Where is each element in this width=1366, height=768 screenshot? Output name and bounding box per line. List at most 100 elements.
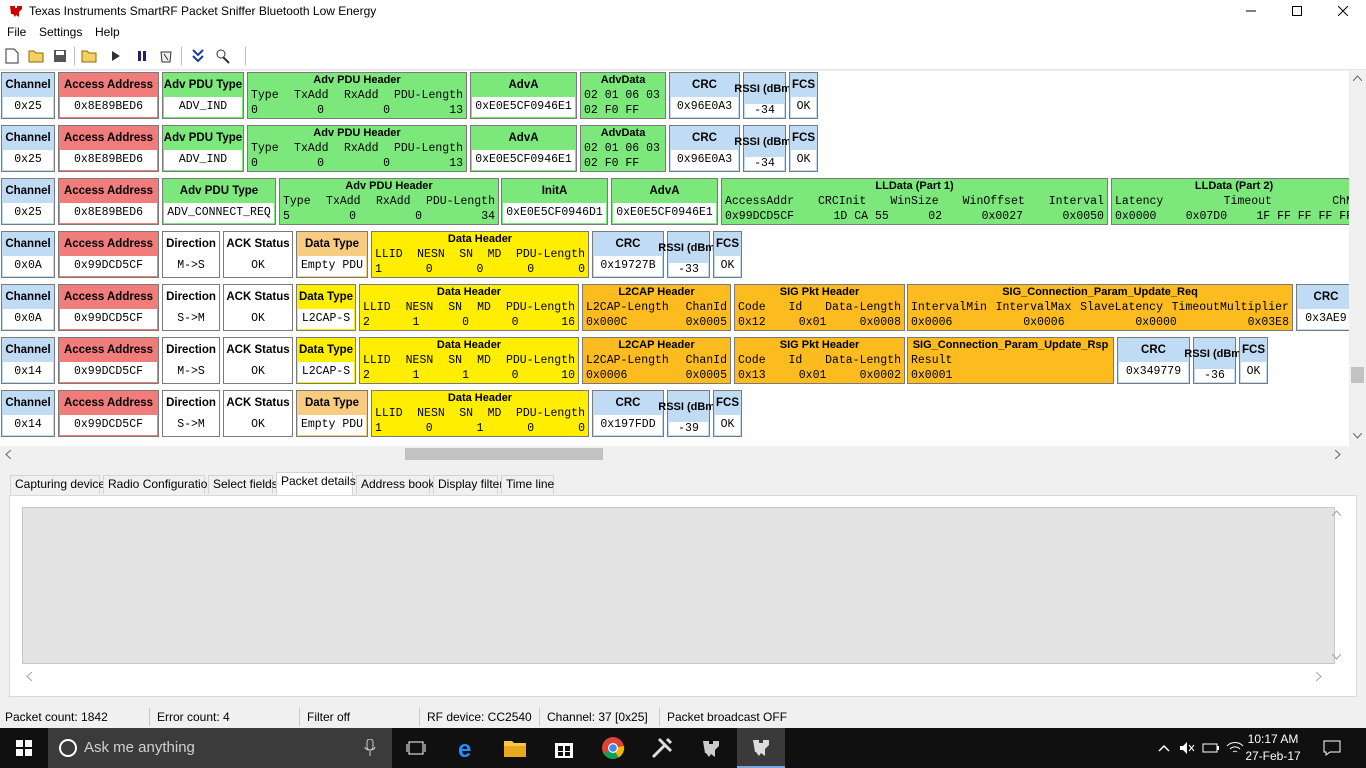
tab-time-line[interactable]: Time line bbox=[501, 475, 554, 494]
access-address-cell[interactable]: Access Address 0x8E89BED6 bbox=[58, 178, 159, 225]
tab-capturing-device[interactable]: Capturing device bbox=[10, 475, 105, 494]
data-header-cell[interactable]: Data Header LLID NESN SN MD PDU-Length 1 0 1 0 0 bbox=[371, 390, 589, 437]
new-icon[interactable] bbox=[3, 47, 21, 65]
access-address-cell[interactable]: Access Address 0x8E89BED6 bbox=[58, 72, 159, 119]
tools-app-icon[interactable] bbox=[638, 728, 686, 768]
access-address-cell[interactable]: Access Address 0x99DCD5CF bbox=[58, 231, 159, 278]
crc-cell[interactable]: CRC 0x19727B bbox=[592, 231, 664, 278]
ack-status-cell[interactable]: ACK Status OK bbox=[223, 337, 293, 384]
scroll-up-icon[interactable] bbox=[1353, 75, 1362, 81]
rssi-cell[interactable]: RSSI (dBm) -39 bbox=[658, 390, 719, 437]
scroll-left-icon[interactable] bbox=[5, 450, 11, 459]
clock-time[interactable]: 10:17 AM bbox=[1238, 732, 1308, 746]
sig-pkt-header-cell[interactable]: SIG Pkt Header Code Id Data-Length 0x12 0x01 0… bbox=[734, 284, 905, 331]
scroll-down-icon[interactable] bbox=[189, 47, 207, 65]
microphone-icon[interactable] bbox=[364, 739, 376, 757]
pause-icon[interactable] bbox=[133, 47, 151, 65]
tray-chevron-up-icon[interactable] bbox=[1155, 739, 1173, 757]
close-button[interactable] bbox=[1320, 0, 1366, 22]
data-header-cell[interactable]: Data Header LLID NESN SN MD PDU-Length 1 0 0 0 0 bbox=[371, 231, 589, 278]
ack-status-cell[interactable]: ACK Status OK bbox=[223, 390, 293, 437]
start-button[interactable] bbox=[0, 728, 48, 768]
detail-scroll-up-icon[interactable] bbox=[1332, 510, 1341, 516]
horizontal-scrollbar[interactable] bbox=[0, 446, 1349, 462]
tab-display-filter[interactable]: Display filter bbox=[433, 475, 503, 494]
tab-select-fields[interactable]: Select fields bbox=[208, 475, 278, 494]
lldata-part1-cell[interactable]: LLData (Part 1) AccessAddr CRCInit WinSize W… bbox=[721, 178, 1108, 225]
volume-muted-icon[interactable] bbox=[1178, 739, 1196, 757]
detail-scroll-right-icon[interactable] bbox=[1316, 672, 1322, 681]
packet-sniffer-taskbar-icon[interactable] bbox=[737, 728, 785, 768]
channel-cell[interactable]: Channel 0x14 bbox=[1, 337, 55, 384]
task-view-icon[interactable] bbox=[392, 728, 440, 768]
tab-radio-configuration[interactable]: Radio Configuration bbox=[103, 475, 214, 494]
lldata-part2-cell[interactable]: LLData (Part 2)LatencyTimeoutChM0x00000x… bbox=[1111, 178, 1349, 225]
scroll-right-icon[interactable] bbox=[1335, 450, 1341, 459]
crc-cell[interactable]: CRC 0x3AE9 bbox=[1296, 284, 1349, 331]
data-type-cell[interactable]: Data Type Empty PDU bbox=[296, 390, 368, 437]
battery-icon[interactable] bbox=[1202, 739, 1220, 757]
scroll-down-arrow-icon[interactable] bbox=[1353, 433, 1362, 439]
maximize-button[interactable] bbox=[1274, 0, 1320, 22]
packet-list[interactable]: Channel 0x25 Access Address 0x8E89BED6 Adv P… bbox=[0, 71, 1349, 446]
sig-pkt-header-cell[interactable]: SIG Pkt Header Code Id Data-Length 0x13 0x01 0… bbox=[734, 337, 905, 384]
rssi-cell[interactable]: RSSI (dBm) -34 bbox=[734, 72, 795, 119]
vertical-scroll-thumb[interactable] bbox=[1351, 367, 1364, 383]
data-header-cell[interactable]: Data Header LLID NESN SN MD PDU-Length 2 1 0 0 16 bbox=[359, 284, 579, 331]
adva-cell[interactable]: AdvA 0xE0E5CF0946E1 bbox=[611, 178, 718, 225]
adv-pdu-type-cell[interactable]: Adv PDU Type ADV_CONNECT_REQ bbox=[162, 178, 276, 225]
smartrf-studio-icon[interactable] bbox=[687, 728, 735, 768]
direction-cell[interactable]: Direction S->M bbox=[162, 390, 220, 437]
access-address-cell[interactable]: Access Address 0x8E89BED6 bbox=[58, 125, 159, 172]
fcs-cell[interactable]: FCS OK bbox=[789, 72, 818, 119]
direction-cell[interactable]: Direction S->M bbox=[162, 284, 220, 331]
data-header-cell[interactable]: Data Header LLID NESN SN MD PDU-Length 2 1 1 0 10 bbox=[359, 337, 579, 384]
fcs-cell[interactable]: FCS OK bbox=[713, 390, 742, 437]
advdata-cell[interactable]: AdvData 02 01 06 03 02 F0 FF bbox=[580, 72, 666, 119]
data-type-cell[interactable]: Data Type L2CAP-S bbox=[296, 284, 356, 331]
save-icon[interactable] bbox=[51, 47, 69, 65]
clear-icon[interactable] bbox=[157, 47, 175, 65]
folder-icon[interactable] bbox=[80, 47, 98, 65]
access-address-cell[interactable]: Access Address 0x99DCD5CF bbox=[58, 337, 159, 384]
cortana-search[interactable]: Ask me anything bbox=[48, 728, 392, 768]
inita-cell[interactable]: InitA 0xE0E5CF0946D1 bbox=[501, 178, 608, 225]
fcs-cell[interactable]: FCS OK bbox=[789, 125, 818, 172]
fcs-cell[interactable]: FCS OK bbox=[713, 231, 742, 278]
menu-settings[interactable]: Settings bbox=[39, 25, 82, 39]
minimize-button[interactable] bbox=[1228, 0, 1274, 22]
clock-date[interactable]: 27-Feb-17 bbox=[1238, 749, 1308, 763]
direction-cell[interactable]: Direction M->S bbox=[162, 337, 220, 384]
channel-cell[interactable]: Channel 0x25 bbox=[1, 178, 55, 225]
channel-cell[interactable]: Channel 0x0A bbox=[1, 231, 55, 278]
access-address-cell[interactable]: Access Address 0x99DCD5CF bbox=[58, 284, 159, 331]
l2cap-header-cell[interactable]: L2CAP Header L2CAP-Length ChanId 0x000C 0x00… bbox=[582, 284, 731, 331]
fcs-cell[interactable]: FCS OK bbox=[1239, 337, 1268, 384]
file-explorer-icon[interactable] bbox=[491, 728, 539, 768]
open-folder-icon[interactable] bbox=[27, 47, 45, 65]
menu-help[interactable]: Help bbox=[95, 25, 120, 39]
action-center-icon[interactable] bbox=[1323, 739, 1341, 757]
adva-cell[interactable]: AdvA 0xE0E5CF0946E1 bbox=[470, 72, 577, 119]
tab-packet-details[interactable]: Packet details bbox=[276, 472, 356, 495]
address-icon[interactable] bbox=[214, 47, 232, 65]
edge-icon[interactable]: e bbox=[443, 728, 491, 768]
channel-cell[interactable]: Channel 0x25 bbox=[1, 72, 55, 119]
adv-pdu-header-cell[interactable]: Adv PDU Header Type TxAdd RxAdd PDU-Length 0 0… bbox=[247, 72, 467, 119]
menu-file[interactable]: File bbox=[7, 25, 26, 39]
advdata-cell[interactable]: AdvData 02 01 06 03 02 F0 FF bbox=[580, 125, 666, 172]
sig-param-update-req-cell[interactable]: SIG_Connection_Param_Update_Req IntervalM… bbox=[907, 284, 1293, 331]
vertical-scrollbar[interactable] bbox=[1349, 71, 1366, 446]
rssi-cell[interactable]: RSSI (dBm) -36 bbox=[1184, 337, 1245, 384]
detail-scroll-down-icon[interactable] bbox=[1332, 654, 1341, 660]
data-type-cell[interactable]: Data Type L2CAP-S bbox=[296, 337, 356, 384]
adv-pdu-type-cell[interactable]: Adv PDU Type ADV_IND bbox=[162, 125, 244, 172]
crc-cell[interactable]: CRC 0x96E0A3 bbox=[669, 125, 740, 172]
adva-cell[interactable]: AdvA 0xE0E5CF0946E1 bbox=[470, 125, 577, 172]
horizontal-scroll-thumb[interactable] bbox=[405, 448, 603, 460]
rssi-cell[interactable]: RSSI (dBm) -34 bbox=[734, 125, 795, 172]
play-icon[interactable] bbox=[107, 47, 125, 65]
chrome-icon[interactable] bbox=[589, 728, 637, 768]
ack-status-cell[interactable]: ACK Status OK bbox=[223, 231, 293, 278]
rssi-cell[interactable]: RSSI (dBm) -33 bbox=[658, 231, 719, 278]
